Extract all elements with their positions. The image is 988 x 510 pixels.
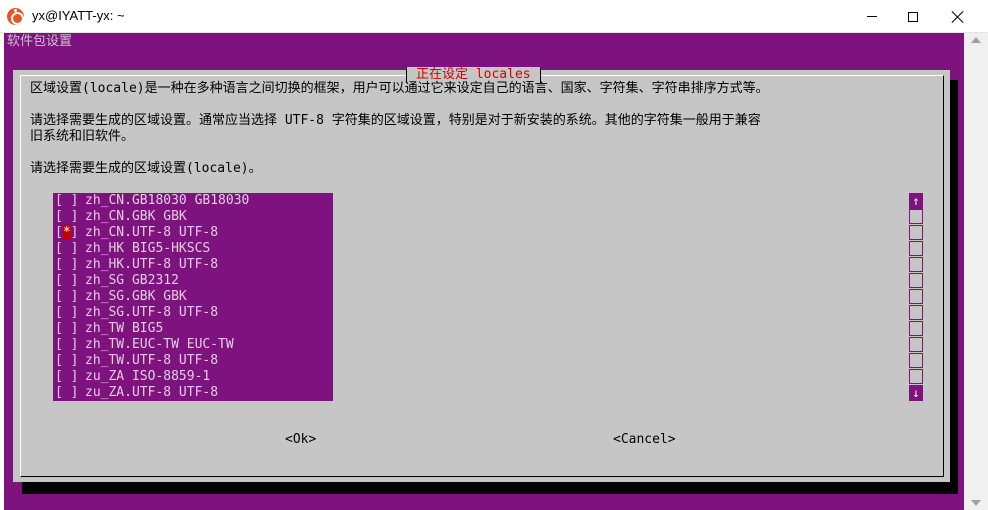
ubuntu-icon bbox=[7, 8, 24, 25]
window-titlebar: yx@IYATT-yx: ~ bbox=[0, 0, 988, 33]
locale-label: zh_CN.GBK GBK bbox=[85, 209, 187, 224]
locale-checkbox[interactable]: [*] bbox=[55, 225, 78, 241]
locale-checkbox[interactable]: [ ] bbox=[55, 385, 78, 401]
locale-list-item[interactable]: [ ] zh_CN.GB18030 GB18030 bbox=[53, 193, 333, 209]
list-scroll-track[interactable] bbox=[909, 209, 923, 224]
locale-checkbox[interactable]: [ ] bbox=[55, 321, 78, 337]
dialog-description: 区域设置(locale)是一种在多种语言之间切换的框架，用户可以通过它来设定自己… bbox=[30, 81, 769, 96]
locale-checkbox[interactable]: [ ] bbox=[55, 241, 78, 257]
locale-list-item[interactable]: [ ] zh_HK BIG5-HKSCS bbox=[53, 241, 333, 257]
window-title: yx@IYATT-yx: ~ bbox=[32, 8, 125, 23]
list-scroll-track[interactable] bbox=[909, 353, 923, 368]
locale-label: zh_CN.GB18030 GB18030 bbox=[85, 193, 250, 208]
locale-label: zh_TW.UTF-8 UTF-8 bbox=[85, 353, 219, 368]
list-scroll-down-icon[interactable]: ↓ bbox=[909, 385, 923, 401]
locale-label: zh_SG.UTF-8 UTF-8 bbox=[85, 305, 219, 320]
list-scroll-track[interactable] bbox=[909, 321, 923, 336]
locale-checkbox[interactable]: [ ] bbox=[55, 209, 78, 225]
locale-list-item[interactable]: [ ] zh_SG.UTF-8 UTF-8 bbox=[53, 305, 333, 321]
locale-list-item[interactable]: [ ] zh_TW BIG5 bbox=[53, 321, 333, 337]
locale-checkbox[interactable]: [ ] bbox=[55, 193, 78, 209]
locale-list-item[interactable]: [ ] zu_ZA ISO-8859-1 bbox=[53, 369, 333, 385]
dialog-prompt: 请选择需要生成的区域设置(locale)。 bbox=[30, 161, 262, 176]
cancel-button[interactable]: <Cancel> bbox=[613, 432, 676, 448]
locales-dialog: 正在设定 locales 区域设置(locale)是一种在多种语言之间切换的框架… bbox=[13, 67, 950, 482]
locale-list-item[interactable]: [ ] zh_HK.UTF-8 UTF-8 bbox=[53, 257, 333, 273]
locale-label: zh_TW BIG5 bbox=[85, 321, 164, 336]
locale-label: zh_HK.UTF-8 UTF-8 bbox=[85, 257, 219, 272]
maximize-icon bbox=[908, 11, 918, 22]
locale-list-item[interactable]: [ ] zu_ZA.UTF-8 UTF-8 bbox=[53, 385, 333, 401]
ok-button[interactable]: <Ok> bbox=[285, 432, 316, 448]
locale-label: zh_SG.GBK GBK bbox=[85, 289, 187, 304]
list-scroll-track[interactable] bbox=[909, 241, 923, 256]
minimize-icon bbox=[867, 16, 877, 17]
list-scrollbar[interactable]: ↑ ↓ bbox=[909, 193, 925, 401]
locale-checkbox[interactable]: [ ] bbox=[55, 289, 78, 305]
locale-label: zh_HK BIG5-HKSCS bbox=[85, 241, 211, 256]
list-scroll-track[interactable] bbox=[909, 337, 923, 352]
list-scroll-track[interactable] bbox=[909, 289, 923, 304]
dialog-description: 旧系统和旧软件。 bbox=[30, 129, 135, 144]
list-scroll-track[interactable] bbox=[909, 257, 923, 272]
locale-checkbox[interactable]: [ ] bbox=[55, 369, 78, 385]
locale-list-item[interactable]: [ ] zh_SG.GBK GBK bbox=[53, 289, 333, 305]
locale-label: zu_ZA ISO-8859-1 bbox=[85, 369, 211, 384]
locale-checkbox[interactable]: [ ] bbox=[55, 305, 78, 321]
locale-label: zh_TW.EUC-TW EUC-TW bbox=[85, 337, 234, 352]
list-scroll-track[interactable] bbox=[909, 305, 923, 320]
list-scroll-track[interactable] bbox=[909, 369, 923, 384]
close-icon bbox=[952, 11, 964, 23]
terminal-scrollbar[interactable] bbox=[964, 33, 988, 510]
locale-checkbox[interactable]: [ ] bbox=[55, 353, 78, 369]
locale-list-item[interactable]: [ ] zh_SG GB2312 bbox=[53, 273, 333, 289]
locale-list-item[interactable]: [ ] zh_TW.EUC-TW EUC-TW bbox=[53, 337, 333, 353]
dialog-description: 请选择需要生成的区域设置。通常应当选择 UTF-8 字符集的区域设置，特别是对于… bbox=[30, 113, 761, 128]
maximize-button[interactable] bbox=[890, 0, 936, 33]
terminal-header: 软件包设置 bbox=[7, 34, 73, 49]
list-scroll-track[interactable] bbox=[909, 273, 923, 288]
checked-mark: * bbox=[62, 225, 71, 240]
minimize-button[interactable] bbox=[849, 0, 895, 33]
locale-label: zh_CN.UTF-8 UTF-8 bbox=[85, 225, 219, 240]
scroll-down-icon[interactable] bbox=[971, 500, 981, 506]
locale-label: zu_ZA.UTF-8 UTF-8 bbox=[85, 385, 219, 400]
scroll-up-icon[interactable] bbox=[971, 37, 981, 43]
locale-list-item[interactable]: [ ] zh_TW.UTF-8 UTF-8 bbox=[53, 353, 333, 369]
list-scroll-up-icon[interactable]: ↑ bbox=[909, 193, 923, 209]
list-scroll-track[interactable] bbox=[909, 225, 923, 240]
locale-checkbox[interactable]: [ ] bbox=[55, 337, 78, 353]
locale-list-item[interactable]: [*] zh_CN.UTF-8 UTF-8 bbox=[53, 225, 333, 241]
locale-label: zh_SG GB2312 bbox=[85, 273, 179, 288]
locale-list[interactable]: [ ] zh_CN.GB18030 GB18030 [ ] zh_CN.GBK GBK… bbox=[53, 193, 333, 401]
locale-checkbox[interactable]: [ ] bbox=[55, 257, 78, 273]
close-button[interactable] bbox=[935, 0, 981, 33]
locale-checkbox[interactable]: [ ] bbox=[55, 273, 78, 289]
locale-list-item[interactable]: [ ] zh_CN.GBK GBK bbox=[53, 209, 333, 225]
